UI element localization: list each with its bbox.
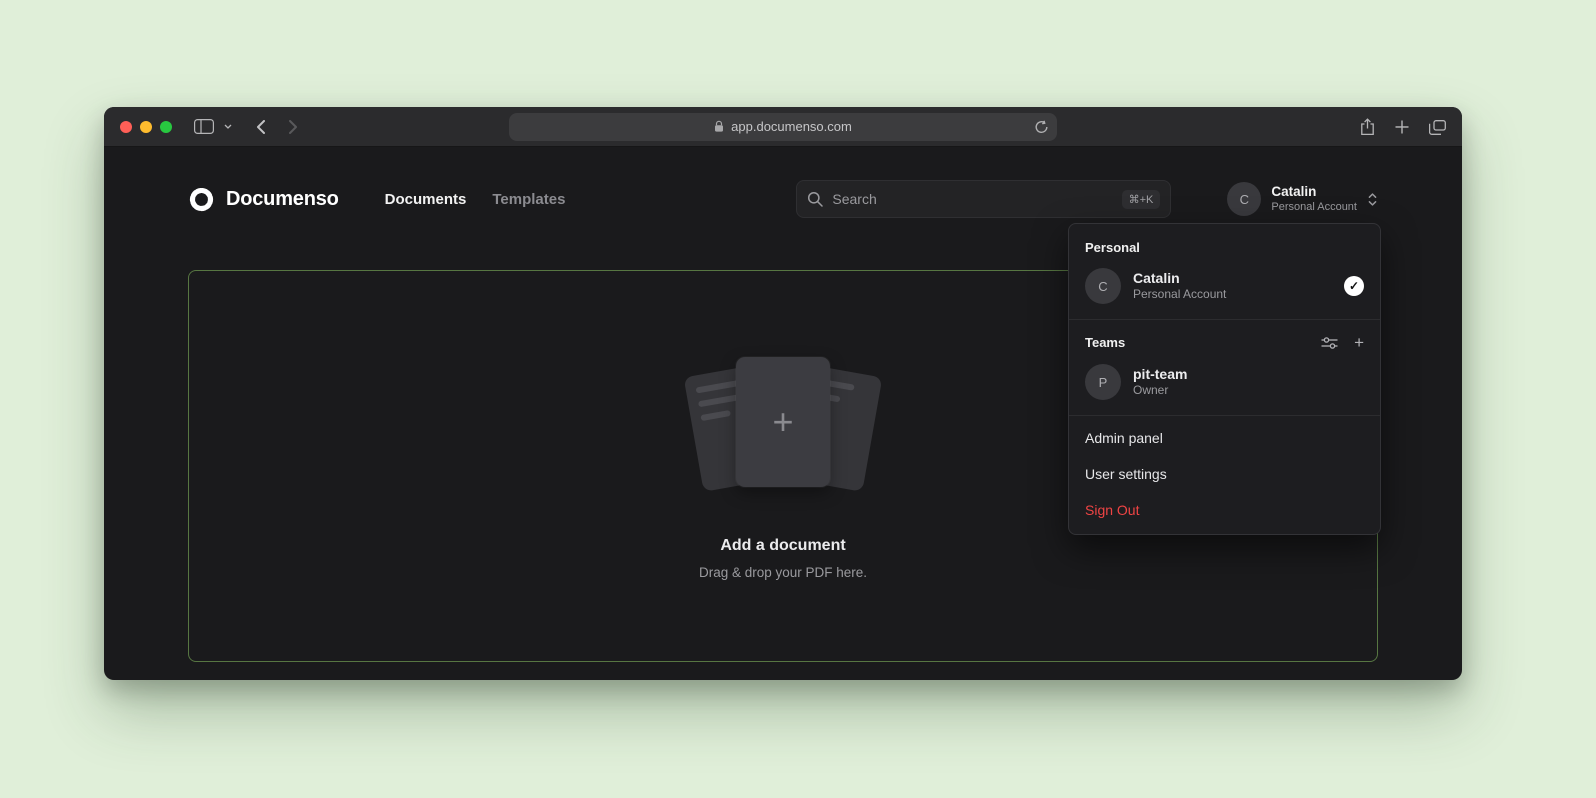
- team-name: pit-team: [1133, 365, 1187, 383]
- share-icon[interactable]: [1360, 118, 1375, 136]
- documents-illustration: +: [663, 353, 903, 503]
- sidebar-toggle-icon[interactable]: [194, 119, 214, 134]
- account-menu: Personal C Catalin Personal Account ✓ Te…: [1068, 223, 1381, 535]
- menu-item-admin-panel[interactable]: Admin panel: [1069, 420, 1380, 456]
- add-team-plus-icon[interactable]: +: [1354, 334, 1364, 351]
- document-card-front: +: [736, 357, 830, 487]
- nav-item-documents[interactable]: Documents: [385, 191, 467, 208]
- team-avatar: P: [1085, 364, 1121, 400]
- search-input[interactable]: [832, 191, 1112, 207]
- menu-divider: [1069, 319, 1380, 320]
- lock-icon: [714, 120, 724, 133]
- menu-item-sign-out[interactable]: Sign Out: [1069, 492, 1380, 528]
- personal-account-name: Catalin: [1133, 269, 1226, 287]
- sidebar-chevron-down-icon[interactable]: [224, 124, 232, 129]
- team-role: Owner: [1133, 383, 1187, 399]
- brand-logo[interactable]: Documenso: [188, 186, 339, 213]
- browser-titlebar: app.documenso.com: [104, 107, 1462, 147]
- plus-icon: +: [772, 404, 793, 440]
- account-name: Catalin: [1271, 184, 1357, 201]
- teams-section-label: Teams: [1085, 335, 1125, 350]
- dropzone-title: Add a document: [720, 537, 845, 555]
- minimize-window-button[interactable]: [140, 121, 152, 133]
- close-window-button[interactable]: [120, 121, 132, 133]
- personal-account-avatar: C: [1085, 268, 1121, 304]
- account-type: Personal Account: [1271, 201, 1357, 215]
- personal-account-item[interactable]: C Catalin Personal Account ✓: [1069, 261, 1380, 315]
- new-tab-icon[interactable]: [1395, 120, 1409, 134]
- nav-item-templates[interactable]: Templates: [492, 191, 565, 208]
- forward-button[interactable]: [289, 120, 298, 134]
- chevron-up-down-icon: [1367, 191, 1378, 208]
- account-menu-trigger[interactable]: C Catalin Personal Account: [1227, 182, 1378, 216]
- selected-check-icon: ✓: [1344, 276, 1364, 296]
- teams-section-header: Teams +: [1069, 324, 1380, 357]
- text-line-decoration: [698, 394, 738, 407]
- tab-overview-icon[interactable]: [1429, 120, 1446, 135]
- text-line-decoration: [700, 409, 731, 420]
- menu-divider: [1069, 415, 1380, 416]
- personal-section-label: Personal: [1069, 230, 1380, 261]
- search-shortcut-badge: ⌘+K: [1122, 190, 1161, 209]
- address-bar[interactable]: app.documenso.com: [509, 113, 1057, 141]
- main-nav: Documents Templates: [385, 191, 566, 208]
- back-button[interactable]: [256, 120, 265, 134]
- search-box[interactable]: ⌘+K: [796, 180, 1171, 218]
- reload-icon[interactable]: [1035, 120, 1048, 134]
- url-text: app.documenso.com: [731, 119, 852, 134]
- app-header: Documenso Documents Templates ⌘+K C Cata…: [188, 177, 1378, 221]
- personal-account-type: Personal Account: [1133, 287, 1226, 303]
- search-icon: [807, 191, 823, 207]
- account-avatar: C: [1227, 182, 1261, 216]
- documenso-logo-icon: [188, 186, 215, 213]
- team-item[interactable]: P pit-team Owner: [1069, 357, 1380, 411]
- zoom-window-button[interactable]: [160, 121, 172, 133]
- browser-window: app.documenso.com Documenso Doc: [104, 107, 1462, 680]
- manage-teams-sliders-icon[interactable]: [1321, 336, 1338, 350]
- brand-name: Documenso: [226, 188, 339, 211]
- traffic-lights: [120, 121, 172, 133]
- dropzone-subtitle: Drag & drop your PDF here.: [699, 565, 867, 580]
- menu-item-user-settings[interactable]: User settings: [1069, 456, 1380, 492]
